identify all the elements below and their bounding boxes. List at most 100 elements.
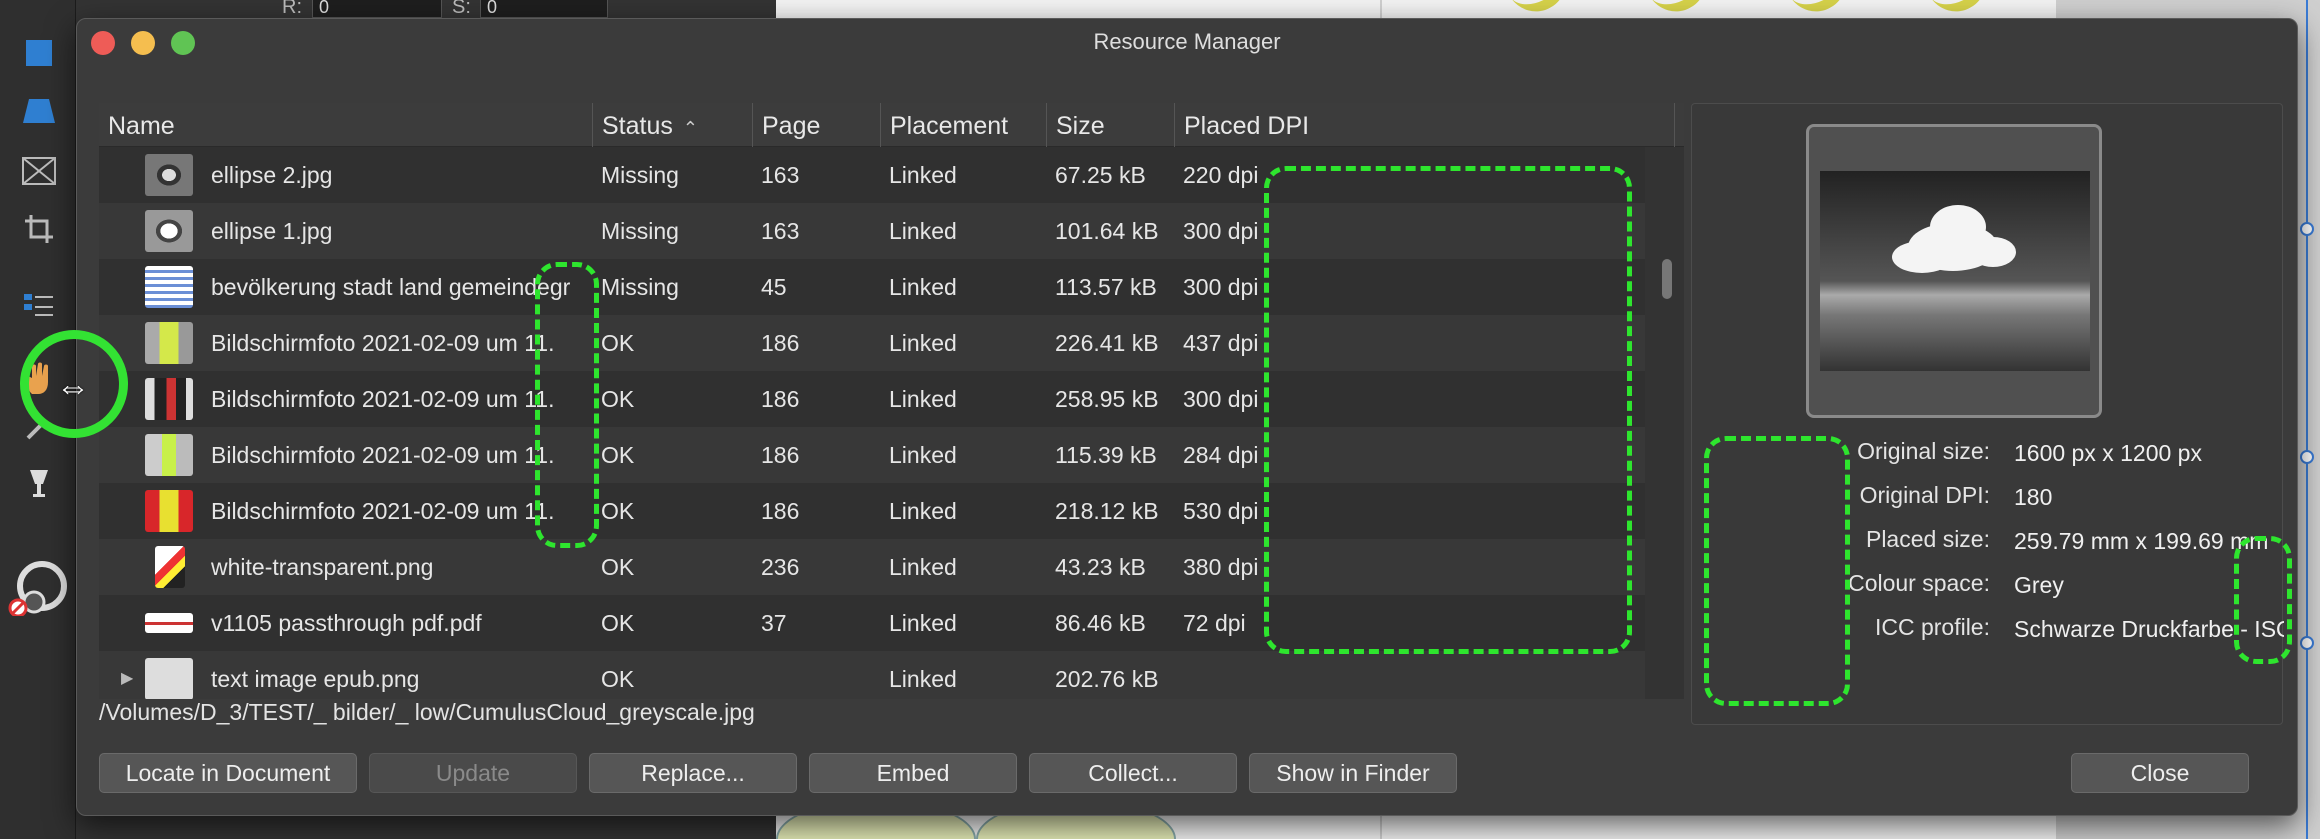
column-header-size[interactable]: Size: [1047, 103, 1175, 147]
r-field-label: R:: [282, 0, 302, 18]
image-preview: [1806, 124, 2102, 418]
cell-size: 86.46 kB: [1055, 610, 1146, 636]
thumbnail-photo-image: [145, 322, 193, 364]
rectangle-tool-icon[interactable]: [22, 36, 56, 70]
s-field-label: S:: [452, 0, 471, 18]
title-bar: Resource Manager: [77, 19, 2297, 67]
info-label: Colour space:: [1848, 570, 1990, 596]
crop-tool-icon[interactable]: [22, 212, 56, 246]
column-label: Size: [1056, 112, 1105, 140]
cell-page: 186: [761, 330, 800, 356]
info-value: Schwarze Druckfarbe - ISO Coated v2: [2014, 616, 2284, 642]
cell-status: OK: [601, 330, 635, 356]
cell-name: Bildschirmfoto 2021-02-09 um 11.: [211, 498, 555, 524]
cell-size: 202.76 kB: [1055, 666, 1159, 692]
locate-in-document-button[interactable]: Locate in Document: [99, 753, 357, 793]
cell-dpi: 300 dpi: [1183, 274, 1259, 300]
table-row[interactable]: Bildschirmfoto 2021-02-09 um 11. OK 186 …: [99, 371, 1645, 427]
info-value: 180: [2014, 484, 2053, 510]
resize-cursor-icon: ⇔: [56, 368, 90, 406]
column-header-name[interactable]: Name: [99, 103, 593, 147]
cell-status: OK: [601, 554, 635, 580]
info-label: ICC profile:: [1874, 614, 1990, 640]
chevron-up-icon: ⌃: [682, 118, 698, 138]
collect-button[interactable]: Collect...: [1029, 753, 1237, 793]
transparency-tool-icon[interactable]: [22, 466, 56, 500]
cell-status: OK: [601, 498, 635, 524]
table-row[interactable]: ellipse 1.jpg Missing 163 Linked 101.64 …: [99, 203, 1645, 259]
tools-toolbar: [0, 0, 76, 839]
table-scrollbar[interactable]: [1656, 147, 1678, 699]
cell-size: 258.95 kB: [1055, 386, 1159, 412]
info-colour-space: Colour space: Grey: [1692, 570, 2284, 600]
thumbnail-eye-image: [145, 210, 193, 252]
cell-dpi: 300 dpi: [1183, 218, 1259, 244]
table-row[interactable]: v1105 passthrough pdf.pdf OK 37 Linked 8…: [99, 595, 1645, 651]
info-value: Grey: [2014, 572, 2064, 598]
cell-status: OK: [601, 442, 635, 468]
table-header: Name Status ⌃ Page Placement Size Placed …: [99, 103, 1684, 147]
column-header-placed-dpi[interactable]: Placed DPI: [1175, 103, 1675, 147]
column-header-page[interactable]: Page: [753, 103, 881, 147]
cell-dpi: 380 dpi: [1183, 554, 1259, 580]
cell-name: bevölkerung stadt land gemeindegr: [211, 274, 571, 300]
cell-name: v1105 passthrough pdf.pdf: [211, 610, 482, 636]
eyedropper-tool-icon[interactable]: [22, 410, 56, 444]
selection-handle[interactable]: [2300, 636, 2314, 650]
preview-cloud-image: [1820, 171, 2090, 371]
table-row[interactable]: Bildschirmfoto 2021-02-09 um 11. OK 186 …: [99, 315, 1645, 371]
cell-status: OK: [601, 386, 635, 412]
info-original-dpi: Original DPI: 180: [1692, 482, 2284, 512]
cell-page: 236: [761, 554, 800, 580]
resource-path: /Volumes/D_3/TEST/_ bilder/_ low/Cumulus…: [99, 699, 755, 725]
image-frame-tool-icon[interactable]: [22, 154, 56, 188]
show-in-finder-button[interactable]: Show in Finder: [1249, 753, 1457, 793]
column-header-status[interactable]: Status ⌃: [593, 103, 753, 147]
table-row[interactable]: white-transparent.png OK 236 Linked 43.2…: [99, 539, 1645, 595]
selection-edge: [2306, 0, 2308, 839]
cell-placement: Linked: [889, 274, 957, 300]
cell-page: 163: [761, 218, 800, 244]
cell-placement: Linked: [889, 442, 957, 468]
cell-page: 186: [761, 442, 800, 468]
close-button[interactable]: Close: [2071, 753, 2249, 793]
column-label: Placement: [890, 112, 1009, 140]
dialog-title: Resource Manager: [1093, 29, 1281, 54]
table-row[interactable]: Bildschirmfoto 2021-02-09 um 11. OK 186 …: [99, 427, 1645, 483]
thumbnail-epub-image: [145, 658, 193, 699]
cell-name: Bildschirmfoto 2021-02-09 um 11.: [211, 442, 555, 468]
column-label: Placed DPI: [1184, 112, 1310, 140]
table-row[interactable]: Bildschirmfoto 2021-02-09 um 11. OK 186 …: [99, 483, 1645, 539]
cell-name: Bildschirmfoto 2021-02-09 um 11.: [211, 330, 555, 356]
cell-status: Missing: [601, 218, 679, 244]
table-row[interactable]: ▶ text image epub.png OK Linked 202.76 k…: [99, 651, 1645, 699]
thumbnail-photo-image: [145, 434, 193, 476]
embed-button[interactable]: Embed: [809, 753, 1017, 793]
cell-status: Missing: [601, 274, 679, 300]
info-original-size: Original size: 1600 px x 1200 px: [1692, 438, 2284, 468]
table-row[interactable]: ellipse 2.jpg Missing 163 Linked 67.25 k…: [99, 147, 1645, 203]
table-tool-icon[interactable]: [22, 290, 56, 324]
cell-dpi: 530 dpi: [1183, 498, 1259, 524]
cell-size: 226.41 kB: [1055, 330, 1159, 356]
trapezoid-tool-icon[interactable]: [22, 94, 56, 128]
info-label: Original DPI:: [1859, 482, 1990, 508]
selection-handle[interactable]: [2300, 450, 2314, 464]
table-row[interactable]: bevölkerung stadt land gemeindegr Missin…: [99, 259, 1645, 315]
info-icc-profile: ICC profile: Schwarze Druckfarbe - ISO C…: [1692, 614, 2284, 644]
cell-name: white-transparent.png: [211, 554, 434, 580]
r-field[interactable]: 0: [312, 0, 442, 18]
disclosure-triangle-icon[interactable]: ▶: [121, 651, 133, 699]
selection-handle[interactable]: [2300, 222, 2314, 236]
hand-tool-icon[interactable]: [22, 362, 56, 396]
s-field[interactable]: 0: [480, 0, 608, 18]
column-header-placement[interactable]: Placement: [881, 103, 1047, 147]
colour-wheel-icon[interactable]: [8, 556, 68, 616]
resource-table: Name Status ⌃ Page Placement Size Placed …: [99, 103, 1684, 699]
update-button[interactable]: Update: [369, 753, 577, 793]
cell-dpi: 300 dpi: [1183, 386, 1259, 412]
cell-size: 101.64 kB: [1055, 218, 1159, 244]
cell-placement: Linked: [889, 554, 957, 580]
replace-button[interactable]: Replace...: [589, 753, 797, 793]
table-scrollbar-thumb[interactable]: [1662, 259, 1672, 299]
